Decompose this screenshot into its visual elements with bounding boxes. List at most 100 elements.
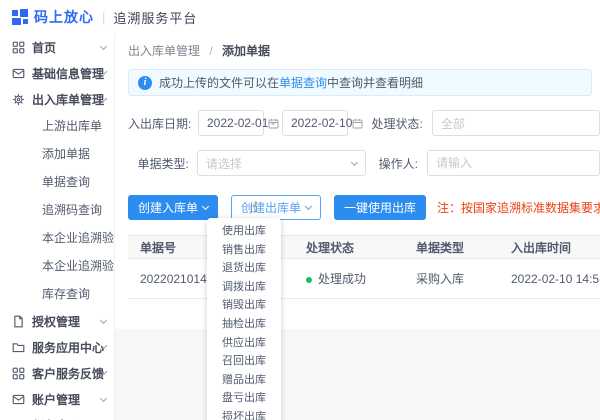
- sidebar-subitem-add-document[interactable]: 添加单据: [0, 140, 114, 168]
- alert-text-after: 中查询并查看明细: [327, 74, 423, 91]
- sidebar-item-label: 任务中心: [32, 417, 101, 420]
- one-click-outbound-label: 一键使用出库: [344, 199, 416, 216]
- sidebar-item-service-app-center[interactable]: 服务应用中心: [0, 334, 114, 360]
- chevron-down-icon: [100, 42, 107, 49]
- dropdown-item-return-outbound[interactable]: 退货出库: [207, 259, 281, 278]
- create-outbound-button[interactable]: 创建出库单: [231, 195, 321, 220]
- filter-row-2: 单据类型: 请选择 操作人:: [115, 150, 600, 176]
- sidebar-subitem-enterprise-trace-verify-stats[interactable]: 本企业追溯验证统计: [0, 252, 114, 280]
- chevron-down-icon: [305, 203, 312, 210]
- document-icon: [12, 315, 25, 328]
- mail-icon: [12, 67, 25, 80]
- col-header-time: 入出库时间: [499, 239, 600, 256]
- info-alert: i 成功上传的文件可以在 单据查询 中查询并查看明细: [128, 69, 592, 96]
- status-select-value: 全部: [441, 115, 465, 132]
- info-icon: i: [138, 76, 152, 90]
- dropdown-item-sampling-outbound[interactable]: 抽检出库: [207, 315, 281, 334]
- dropdown-item-loss-outbound[interactable]: 盘亏出库: [207, 389, 281, 408]
- toolbar: 创建入库单 创建出库单 一键使用出库 注：按国家追溯标准数据集要求，“零售出库”…: [115, 195, 600, 220]
- filter-row-1: 入出库日期: 2022-02-01 - 2022-02-10: [115, 110, 600, 136]
- sidebar-subitem-enterprise-trace-verify[interactable]: 本企业追溯验证: [0, 224, 114, 252]
- date-range-label: 入出库日期:: [128, 115, 190, 132]
- standards-note: 注：按国家追溯标准数据集要求，“零售出库”更名为“使用出库”。: [437, 199, 600, 216]
- dropdown-item-use-outbound[interactable]: 使用出库: [207, 222, 281, 241]
- brand-logo-icon: [12, 9, 28, 25]
- sidebar-item-label: 服务应用中心: [32, 339, 104, 356]
- create-inbound-label: 创建入库单: [138, 199, 198, 216]
- status-text: 处理成功: [318, 272, 366, 286]
- status-success-dot: [306, 277, 312, 283]
- status-select[interactable]: 全部: [432, 110, 600, 136]
- breadcrumb-parent[interactable]: 出入库单管理: [128, 44, 200, 58]
- dropdown-item-supply-outbound[interactable]: 供应出库: [207, 334, 281, 353]
- date-end-value: 2022-02-10: [291, 116, 352, 130]
- mouse-cursor-hand-icon: ☝: [249, 198, 258, 216]
- chevron-down-icon: [100, 316, 107, 323]
- app-root: 码上放心 | 追溯服务平台 首页 基础信息管理: [0, 0, 600, 420]
- sidebar-item-customer-feedback[interactable]: 客户服务反馈: [0, 360, 114, 386]
- sidebar-item-basic-info[interactable]: 基础信息管理: [0, 60, 114, 86]
- dropdown-item-recall-outbound[interactable]: 召回出库: [207, 352, 281, 371]
- table-header-row: 单据号 处理状态 单据类型 入出库时间: [128, 235, 600, 259]
- dropdown-item-gift-outbound[interactable]: 赠品出库: [207, 371, 281, 390]
- one-click-outbound-button[interactable]: 一键使用出库: [334, 195, 426, 220]
- gear-icon: [12, 93, 25, 106]
- calendar-icon[interactable]: [352, 118, 363, 129]
- chevron-down-icon: [202, 203, 209, 210]
- operator-label: 操作人:: [379, 155, 418, 172]
- sidebar-item-label: 账户管理: [32, 391, 101, 408]
- sidebar-item-home[interactable]: 首页: [0, 34, 114, 60]
- top-header: 码上放心 | 追溯服务平台: [0, 0, 600, 34]
- documents-table: 单据号 处理状态 单据类型 入出库时间 2022021014550383 处理成…: [128, 235, 600, 299]
- sidebar-item-account-management[interactable]: 账户管理: [0, 386, 114, 412]
- chevron-down-icon: [351, 158, 358, 165]
- sidebar-subitem-inventory-query[interactable]: 库存查询: [0, 280, 114, 308]
- main-content: 出入库单管理 / 添加单据 i 成功上传的文件可以在 单据查询 中查询并查看明细…: [115, 34, 600, 420]
- document-type-placeholder: 请选择: [206, 155, 242, 172]
- platform-title: 追溯服务平台: [113, 8, 197, 27]
- date-range-separator: -: [271, 116, 275, 130]
- breadcrumb-separator: /: [209, 44, 212, 58]
- sidebar-item-authorization[interactable]: 授权管理: [0, 308, 114, 334]
- page-background-area: [115, 329, 600, 420]
- table-row: 2022021014550383 处理成功 采购入库 2022-02-10 14…: [128, 259, 600, 299]
- breadcrumb-current: 添加单据: [222, 44, 270, 58]
- dropdown-item-transfer-outbound[interactable]: 调拨出库: [207, 278, 281, 297]
- cell-status: 处理成功: [294, 270, 404, 287]
- grid-icon: [12, 41, 25, 54]
- date-start-value: 2022-02-01: [207, 116, 268, 130]
- dropdown-item-damage-outbound[interactable]: 损坏出库: [207, 408, 281, 420]
- sidebar-subitem-upstream-outbound[interactable]: 上游出库单: [0, 112, 114, 140]
- date-start-input[interactable]: 2022-02-01: [198, 110, 264, 136]
- cell-time: 2022-02-10 14:55:10: [499, 272, 600, 286]
- sidebar-item-task-center[interactable]: 任务中心: [0, 412, 114, 420]
- mail-icon: [12, 393, 25, 406]
- breadcrumb: 出入库单管理 / 添加单据: [115, 34, 600, 63]
- document-type-label: 单据类型:: [128, 155, 189, 172]
- dropdown-item-destroy-outbound[interactable]: 销毁出库: [207, 296, 281, 315]
- sidebar-subitem-document-query[interactable]: 单据查询: [0, 168, 114, 196]
- alert-document-query-link[interactable]: 单据查询: [279, 74, 327, 91]
- alert-text-before: 成功上传的文件可以在: [159, 74, 279, 91]
- brand-name: 码上放心: [34, 7, 94, 27]
- cell-type: 采购入库: [404, 270, 499, 287]
- sidebar-item-label: 首页: [32, 39, 101, 56]
- chevron-down-icon: [100, 394, 107, 401]
- col-header-type: 单据类型: [404, 239, 499, 256]
- dropdown-item-sale-outbound[interactable]: 销售出库: [207, 241, 281, 260]
- date-end-input[interactable]: 2022-02-10: [282, 110, 348, 136]
- sidebar-item-label: 出入库单管理: [32, 91, 104, 108]
- grid-icon: [12, 367, 25, 380]
- sidebar-item-inbound-outbound-management[interactable]: 出入库单管理: [0, 86, 114, 112]
- sidebar-item-label: 基础信息管理: [32, 65, 104, 82]
- sidebar-item-label: 授权管理: [32, 313, 101, 330]
- document-type-select[interactable]: 请选择: [197, 150, 366, 176]
- outbound-type-dropdown: 使用出库 销售出库 退货出库 调拨出库 销毁出库 抽检出库 供应出库 召回出库 …: [207, 218, 281, 420]
- sidebar-item-label: 客户服务反馈: [32, 365, 104, 382]
- folder-icon: [12, 341, 25, 354]
- create-inbound-button[interactable]: 创建入库单: [128, 195, 218, 220]
- col-header-status: 处理状态: [294, 239, 404, 256]
- sidebar-subitem-trace-code-query[interactable]: 追溯码查询: [0, 196, 114, 224]
- operator-input[interactable]: [427, 150, 600, 176]
- logo-divider: |: [102, 10, 105, 25]
